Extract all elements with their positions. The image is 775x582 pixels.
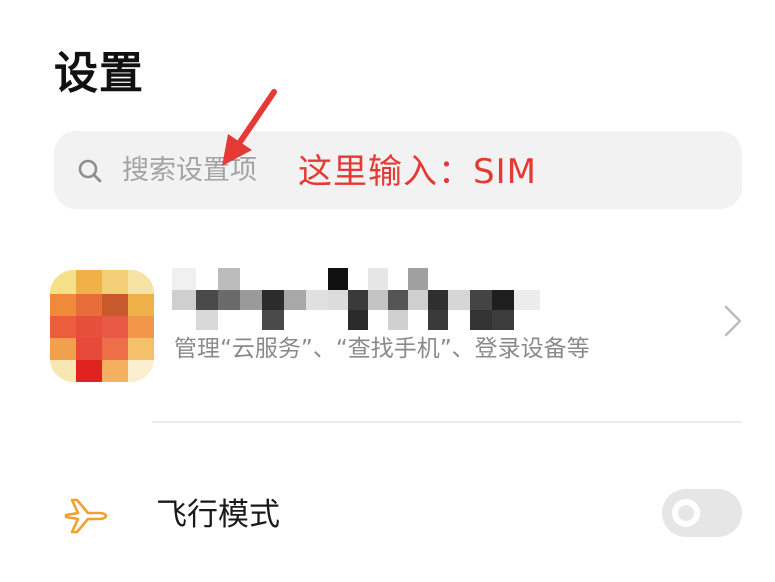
page-title: 设置 — [54, 48, 144, 99]
annotation-text: 这里输入：SIM — [298, 152, 537, 192]
search-icon — [78, 159, 102, 183]
search-input-placeholder[interactable]: 搜索设置项 — [122, 150, 257, 192]
settings-page: 设置 搜索设置项 这里输入：SIM 管理“云服务”、“查找手机”、登录设备等 飞… — [0, 0, 775, 582]
avatar — [50, 270, 154, 382]
divider — [152, 421, 742, 423]
airplane-mode-row[interactable] — [0, 470, 775, 560]
chevron-right-icon — [724, 305, 742, 337]
airplane-mode-label: 飞行模式 — [156, 497, 280, 533]
toggle-knob — [672, 499, 700, 527]
account-name-redacted — [172, 268, 542, 332]
airplane-icon — [64, 498, 108, 534]
account-subtitle: 管理“云服务”、“查找手机”、登录设备等 — [174, 336, 590, 362]
